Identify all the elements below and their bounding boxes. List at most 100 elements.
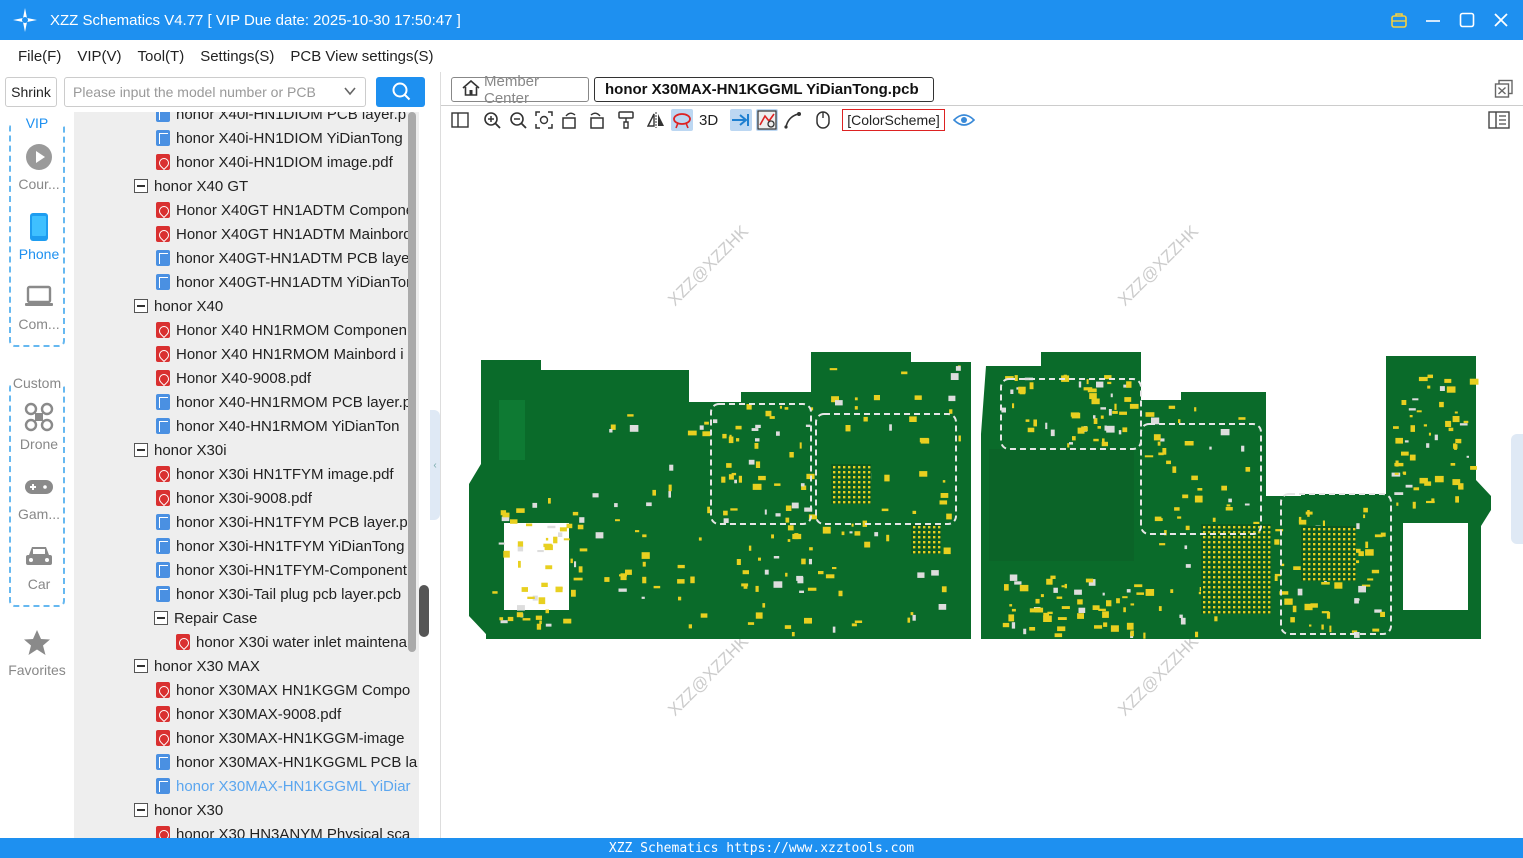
rail-item-games[interactable]: Gam... [11, 464, 67, 524]
pcb-pad [785, 517, 790, 523]
split-view-icon[interactable] [449, 109, 471, 131]
net-highlight-icon[interactable] [671, 109, 693, 131]
tree-file[interactable]: honor X30MAX HN1KGGM Compo [156, 678, 410, 702]
tree-file[interactable]: Honor X40 HN1RMOM Componen [156, 318, 407, 342]
collapse-toggle-icon[interactable] [154, 611, 168, 625]
trace-tool-icon[interactable] [782, 109, 804, 131]
pdf-file-icon [156, 346, 170, 362]
color-scheme-button[interactable]: [ColorScheme] [842, 109, 945, 131]
fit-view-icon[interactable] [533, 109, 555, 131]
rail-item-phone[interactable]: Phone [11, 204, 67, 264]
menu-settings[interactable]: Settings(S) [200, 48, 274, 65]
tree-file[interactable]: honor X40i-HN1DIOM YiDianTong [156, 126, 403, 150]
minimize-button[interactable] [1421, 8, 1445, 32]
search-input[interactable]: Please input the model number or PCB [64, 77, 366, 107]
bga-ball [1348, 543, 1351, 546]
tree-file[interactable]: honor X30i-9008.pdf [156, 486, 312, 510]
tree-file[interactable]: honor X30MAX-9008.pdf [156, 702, 341, 726]
rail-item-favorites[interactable]: Favorites [8, 620, 66, 680]
bga-ball [1213, 591, 1216, 594]
tree-file[interactable]: honor X40-HN1RMOM PCB layer.p [156, 390, 411, 414]
tree-file[interactable]: Honor X40 HN1RMOM Mainbord i [156, 342, 404, 366]
tree-folder[interactable]: Repair Case [154, 606, 257, 630]
chevron-down-icon[interactable] [343, 84, 357, 101]
tree-file[interactable]: honor X40i-HN1DIOM PCB layer.p [156, 112, 406, 126]
bga-ball [1328, 533, 1331, 536]
close-button[interactable] [1489, 8, 1513, 32]
tree-file[interactable]: Honor X40GT HN1ADTM Compone [156, 198, 414, 222]
tree-folder[interactable]: honor X30 [134, 798, 223, 822]
pcb-board-drawing[interactable] [441, 134, 1523, 838]
menu-file[interactable]: File(F) [18, 48, 61, 65]
zoom-in-icon[interactable] [481, 109, 503, 131]
right-panel-handle[interactable] [1511, 434, 1523, 544]
tree-scrollbar-track[interactable] [408, 112, 416, 652]
pcb-canvas[interactable]: XZZ@XZZHK XZZ@XZZHK XZZ@XZZHK XZZ@XZZHK [441, 134, 1523, 838]
tab-member-center[interactable]: Member Center [451, 73, 589, 107]
bga-ball [1313, 538, 1316, 541]
tree-file[interactable]: honor X30i-HN1TFYM YiDianTong [156, 534, 404, 558]
tree-folder[interactable]: honor X30i [134, 438, 227, 462]
paint-brush-icon[interactable] [615, 109, 637, 131]
pcb-pad [1448, 427, 1454, 432]
collapse-toggle-icon[interactable] [134, 803, 148, 817]
collapse-toggle-icon[interactable] [134, 299, 148, 313]
tree-file[interactable]: honor X30i water inlet maintena [176, 630, 407, 654]
pcb-pad [723, 518, 729, 523]
rotate-left-icon[interactable] [559, 109, 581, 131]
collapse-toggle-icon[interactable] [134, 443, 148, 457]
bga-ball [843, 501, 846, 504]
menu-tool[interactable]: Tool(T) [138, 48, 185, 65]
search-button[interactable] [376, 77, 425, 107]
3d-view-toggle[interactable]: 3D [697, 112, 720, 129]
rail-item-car[interactable]: Car [11, 534, 67, 594]
tree-file[interactable]: honor X30i HN1TFYM image.pdf [156, 462, 394, 486]
collapse-toggle-icon[interactable] [134, 179, 148, 193]
shrink-button[interactable]: Shrink [5, 77, 57, 107]
tree-file[interactable]: honor X30i-HN1TFYM-Component [156, 558, 407, 582]
tree-file[interactable]: honor X30MAX-HN1KGGM-image [156, 726, 404, 750]
tree-file[interactable]: honor X40-HN1RMOM YiDianTon [156, 414, 399, 438]
tree-file[interactable]: Honor X40-9008.pdf [156, 366, 311, 390]
tree-file[interactable]: honor X40i-HN1DIOM image.pdf [156, 150, 393, 174]
tree-folder[interactable]: honor X30 MAX [134, 654, 260, 678]
eye-icon[interactable] [952, 109, 975, 131]
rail-item-drone[interactable]: Drone [11, 394, 67, 454]
board-view-icon[interactable] [756, 109, 779, 131]
pcb-pad [1014, 581, 1022, 585]
collapse-panel-handle[interactable]: ‹ [430, 410, 440, 520]
rail-item-courses[interactable]: Cour... [11, 134, 67, 194]
menu-vip[interactable]: VIP(V) [77, 48, 121, 65]
tree-file[interactable]: honor X40GT-HN1ADTM YiDianTon [156, 270, 414, 294]
menu-pcb-view-settings[interactable]: PCB View settings(S) [290, 48, 433, 65]
bga-ball [1258, 591, 1261, 594]
bga-ball [1303, 573, 1306, 576]
vip-bag-icon[interactable] [1387, 8, 1411, 32]
probe-arrow-icon[interactable] [730, 109, 753, 131]
collapse-toggle-icon[interactable] [134, 659, 148, 673]
pcb-pad [886, 534, 890, 542]
rotate-right-icon[interactable] [585, 109, 607, 131]
tree-file[interactable]: honor X40GT-HN1ADTM PCB layer [156, 246, 414, 270]
tree-file[interactable]: honor X30MAX-HN1KGGML YiDiar [156, 774, 411, 798]
bga-ball [1233, 606, 1236, 609]
mirror-flip-icon[interactable] [645, 109, 667, 131]
tab-active-pcb[interactable]: honor X30MAX-HN1KGGML YiDianTong.pcb [594, 77, 934, 102]
tree-file[interactable]: honor X30i-HN1TFYM PCB layer.pc [156, 510, 415, 534]
rail-item-computer[interactable]: Com... [11, 274, 67, 334]
tree-folder[interactable]: honor X40 GT [134, 174, 248, 198]
tree-file[interactable]: honor X30 HN3ANYM Physical sca [156, 822, 410, 838]
close-tabs-icon[interactable] [1494, 79, 1514, 99]
side-panel-icon[interactable] [1488, 109, 1510, 131]
bga-ball [1323, 553, 1326, 556]
tree-file[interactable]: honor X30i-Tail plug pcb layer.pcb [156, 582, 401, 606]
tree-scrollbar-thumb[interactable] [419, 585, 429, 637]
bga-ball [1213, 581, 1216, 584]
maximize-button[interactable] [1455, 8, 1479, 32]
mouse-icon[interactable] [812, 109, 834, 131]
tree-folder[interactable]: honor X40 [134, 294, 223, 318]
bga-ball [1333, 528, 1336, 531]
zoom-out-icon[interactable] [507, 109, 529, 131]
tree-file[interactable]: honor X30MAX-HN1KGGML PCB la [156, 750, 417, 774]
tree-file[interactable]: Honor X40GT HN1ADTM Mainbord [156, 222, 412, 246]
